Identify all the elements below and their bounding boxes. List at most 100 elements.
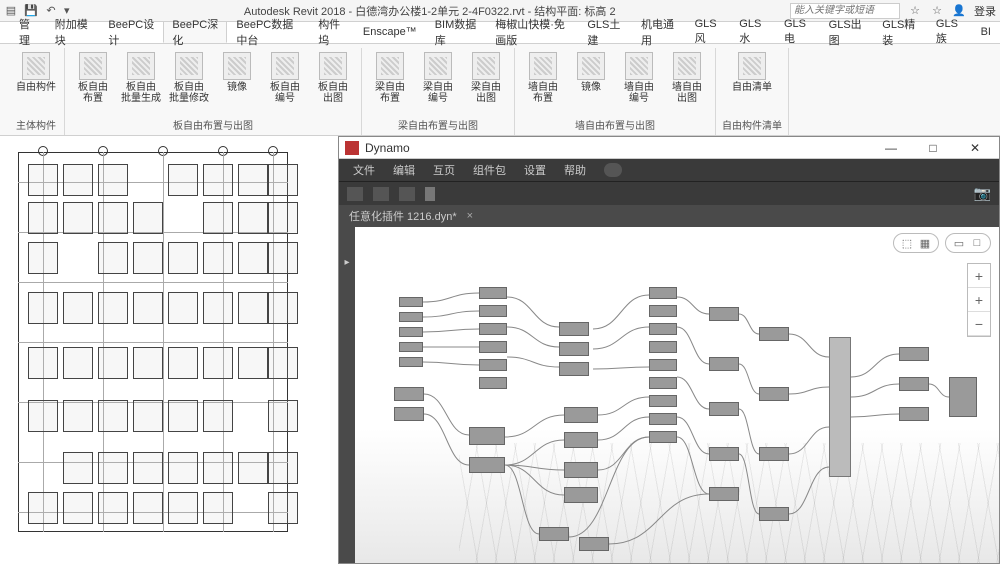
dynamo-node[interactable] <box>399 297 423 307</box>
ribbon-button[interactable]: 板自由出图 <box>311 48 355 115</box>
dynamo-node[interactable] <box>709 447 739 461</box>
dynamo-node[interactable] <box>479 287 507 299</box>
dynamo-node[interactable] <box>759 387 789 401</box>
dynamo-library-collapsed[interactable]: ▸ <box>339 227 355 563</box>
dynamo-node[interactable] <box>399 342 423 352</box>
dynamo-node[interactable] <box>564 487 598 503</box>
dynamo-node[interactable] <box>479 377 507 389</box>
window-maximize-button[interactable]: □ <box>915 138 951 158</box>
dynamo-node[interactable] <box>479 341 507 353</box>
ribbon-button[interactable]: 板自由批量修改 <box>167 48 211 115</box>
ribbon-tab[interactable]: 机电通用 <box>632 21 686 43</box>
dynamo-menu-item[interactable]: 编辑 <box>393 162 415 178</box>
tab-close-icon[interactable]: × <box>467 210 473 222</box>
dynamo-file-tab[interactable]: 任意化插件 1216.dyn* × <box>339 205 999 227</box>
window-close-button[interactable]: ✕ <box>957 138 993 158</box>
run-icon[interactable] <box>425 187 435 201</box>
ribbon-button[interactable]: 板自由批量生成 <box>119 48 163 115</box>
dynamo-menu-item[interactable]: 互页 <box>433 162 455 178</box>
3d-view-icon[interactable]: ▦ <box>918 236 932 250</box>
dynamo-node[interactable] <box>649 359 677 371</box>
dynamo-node[interactable] <box>559 322 589 336</box>
ribbon-button[interactable]: 板自由编号 <box>263 48 307 115</box>
dynamo-node[interactable] <box>709 357 739 371</box>
dynamo-node[interactable] <box>829 337 851 477</box>
ribbon-tab[interactable]: Enscape™ <box>354 21 426 43</box>
dynamo-node[interactable] <box>709 402 739 416</box>
ribbon-tab[interactable]: 梅椒山快模·免画版 <box>486 21 578 43</box>
dynamo-node[interactable] <box>394 387 424 401</box>
dynamo-node[interactable] <box>649 377 677 389</box>
dynamo-node[interactable] <box>559 362 589 376</box>
view-toggle[interactable]: ⬚ ▦ <box>893 233 939 253</box>
dynamo-info-icon[interactable] <box>604 163 622 177</box>
dynamo-node[interactable] <box>564 462 598 478</box>
ribbon-button[interactable]: 墙自由布置 <box>521 48 565 115</box>
dynamo-node[interactable] <box>759 327 789 341</box>
dynamo-node[interactable] <box>649 395 677 407</box>
dynamo-node[interactable] <box>649 413 677 425</box>
zoom-in-button[interactable]: + <box>968 288 990 312</box>
save-file-icon[interactable] <box>399 187 415 201</box>
dynamo-node[interactable] <box>649 323 677 335</box>
ribbon-button[interactable]: 墙自由出图 <box>665 48 709 115</box>
pan-icon[interactable]: □ <box>970 236 984 250</box>
ribbon-button[interactable]: 自由清单 <box>730 48 774 115</box>
zoom-out-button[interactable]: − <box>968 312 990 336</box>
ribbon-button[interactable]: 梁自由出图 <box>464 48 508 115</box>
login-button[interactable]: 登录 <box>974 3 996 19</box>
ribbon-button[interactable]: 板自由布置 <box>71 48 115 115</box>
favorites-icon[interactable]: ☆ <box>930 4 944 18</box>
app-menu-icon[interactable]: ▤ <box>4 4 18 18</box>
ribbon-tab[interactable]: GLS电 <box>775 21 820 43</box>
ribbon-tab[interactable]: BIM数据库 <box>426 21 487 43</box>
dynamo-node[interactable] <box>399 312 423 322</box>
window-minimize-button[interactable]: — <box>873 138 909 158</box>
dynamo-node[interactable] <box>399 327 423 337</box>
ribbon-tab[interactable]: BI <box>972 21 1000 43</box>
dynamo-node[interactable] <box>579 537 609 551</box>
ribbon-button[interactable]: 镜像 <box>215 48 259 115</box>
dynamo-canvas[interactable]: ▸ ⬚ ▦ ▭ □ + + − <box>339 227 999 563</box>
dynamo-node[interactable] <box>649 431 677 443</box>
ribbon-button[interactable]: 梁自由布置 <box>368 48 412 115</box>
dynamo-node[interactable] <box>649 287 677 299</box>
ribbon-tab[interactable]: 附加模块 <box>46 21 100 43</box>
ribbon-tab[interactable]: GLS水 <box>730 21 775 43</box>
dynamo-node[interactable] <box>479 359 507 371</box>
ribbon-tab[interactable]: BeePC数据中台 <box>227 21 309 43</box>
dynamo-menu-item[interactable]: 文件 <box>353 162 375 178</box>
ribbon-tab[interactable]: BeePC深化 <box>163 21 227 43</box>
ribbon-button[interactable]: 自由构件 <box>14 48 58 115</box>
fit-icon[interactable]: ▭ <box>952 236 966 250</box>
dynamo-node[interactable] <box>479 323 507 335</box>
ribbon-button[interactable]: 镜像 <box>569 48 613 115</box>
dynamo-menu-item[interactable]: 组件包 <box>473 162 506 178</box>
dynamo-node[interactable] <box>709 307 739 321</box>
dynamo-node[interactable] <box>649 305 677 317</box>
dynamo-node[interactable] <box>899 377 929 391</box>
dynamo-menu-item[interactable]: 设置 <box>524 162 546 178</box>
dynamo-node[interactable] <box>899 347 929 361</box>
zoom-home-button[interactable]: + <box>968 264 990 288</box>
dynamo-node[interactable] <box>949 377 977 417</box>
dynamo-node[interactable] <box>399 357 423 367</box>
ribbon-tab[interactable]: GLS风 <box>686 21 731 43</box>
dynamo-node[interactable] <box>469 427 505 445</box>
ribbon-tab[interactable]: GLS出图 <box>820 21 874 43</box>
ribbon-tab[interactable]: 构件坞 <box>309 21 354 43</box>
ribbon-button[interactable]: 梁自由编号 <box>416 48 460 115</box>
ribbon-tab[interactable]: BeePC设计 <box>99 21 163 43</box>
dynamo-node[interactable] <box>469 457 505 473</box>
dynamo-node[interactable] <box>709 487 739 501</box>
dynamo-node[interactable] <box>759 507 789 521</box>
dynamo-menu-item[interactable]: 帮助 <box>564 162 586 178</box>
dynamo-node[interactable] <box>759 447 789 461</box>
new-file-icon[interactable] <box>347 187 363 201</box>
dynamo-node[interactable] <box>899 407 929 421</box>
ribbon-tab[interactable]: 管理 <box>10 21 46 43</box>
user-icon[interactable]: 👤 <box>952 4 966 18</box>
open-file-icon[interactable] <box>373 187 389 201</box>
fit-controls[interactable]: ▭ □ <box>945 233 991 253</box>
dynamo-node[interactable] <box>479 305 507 317</box>
